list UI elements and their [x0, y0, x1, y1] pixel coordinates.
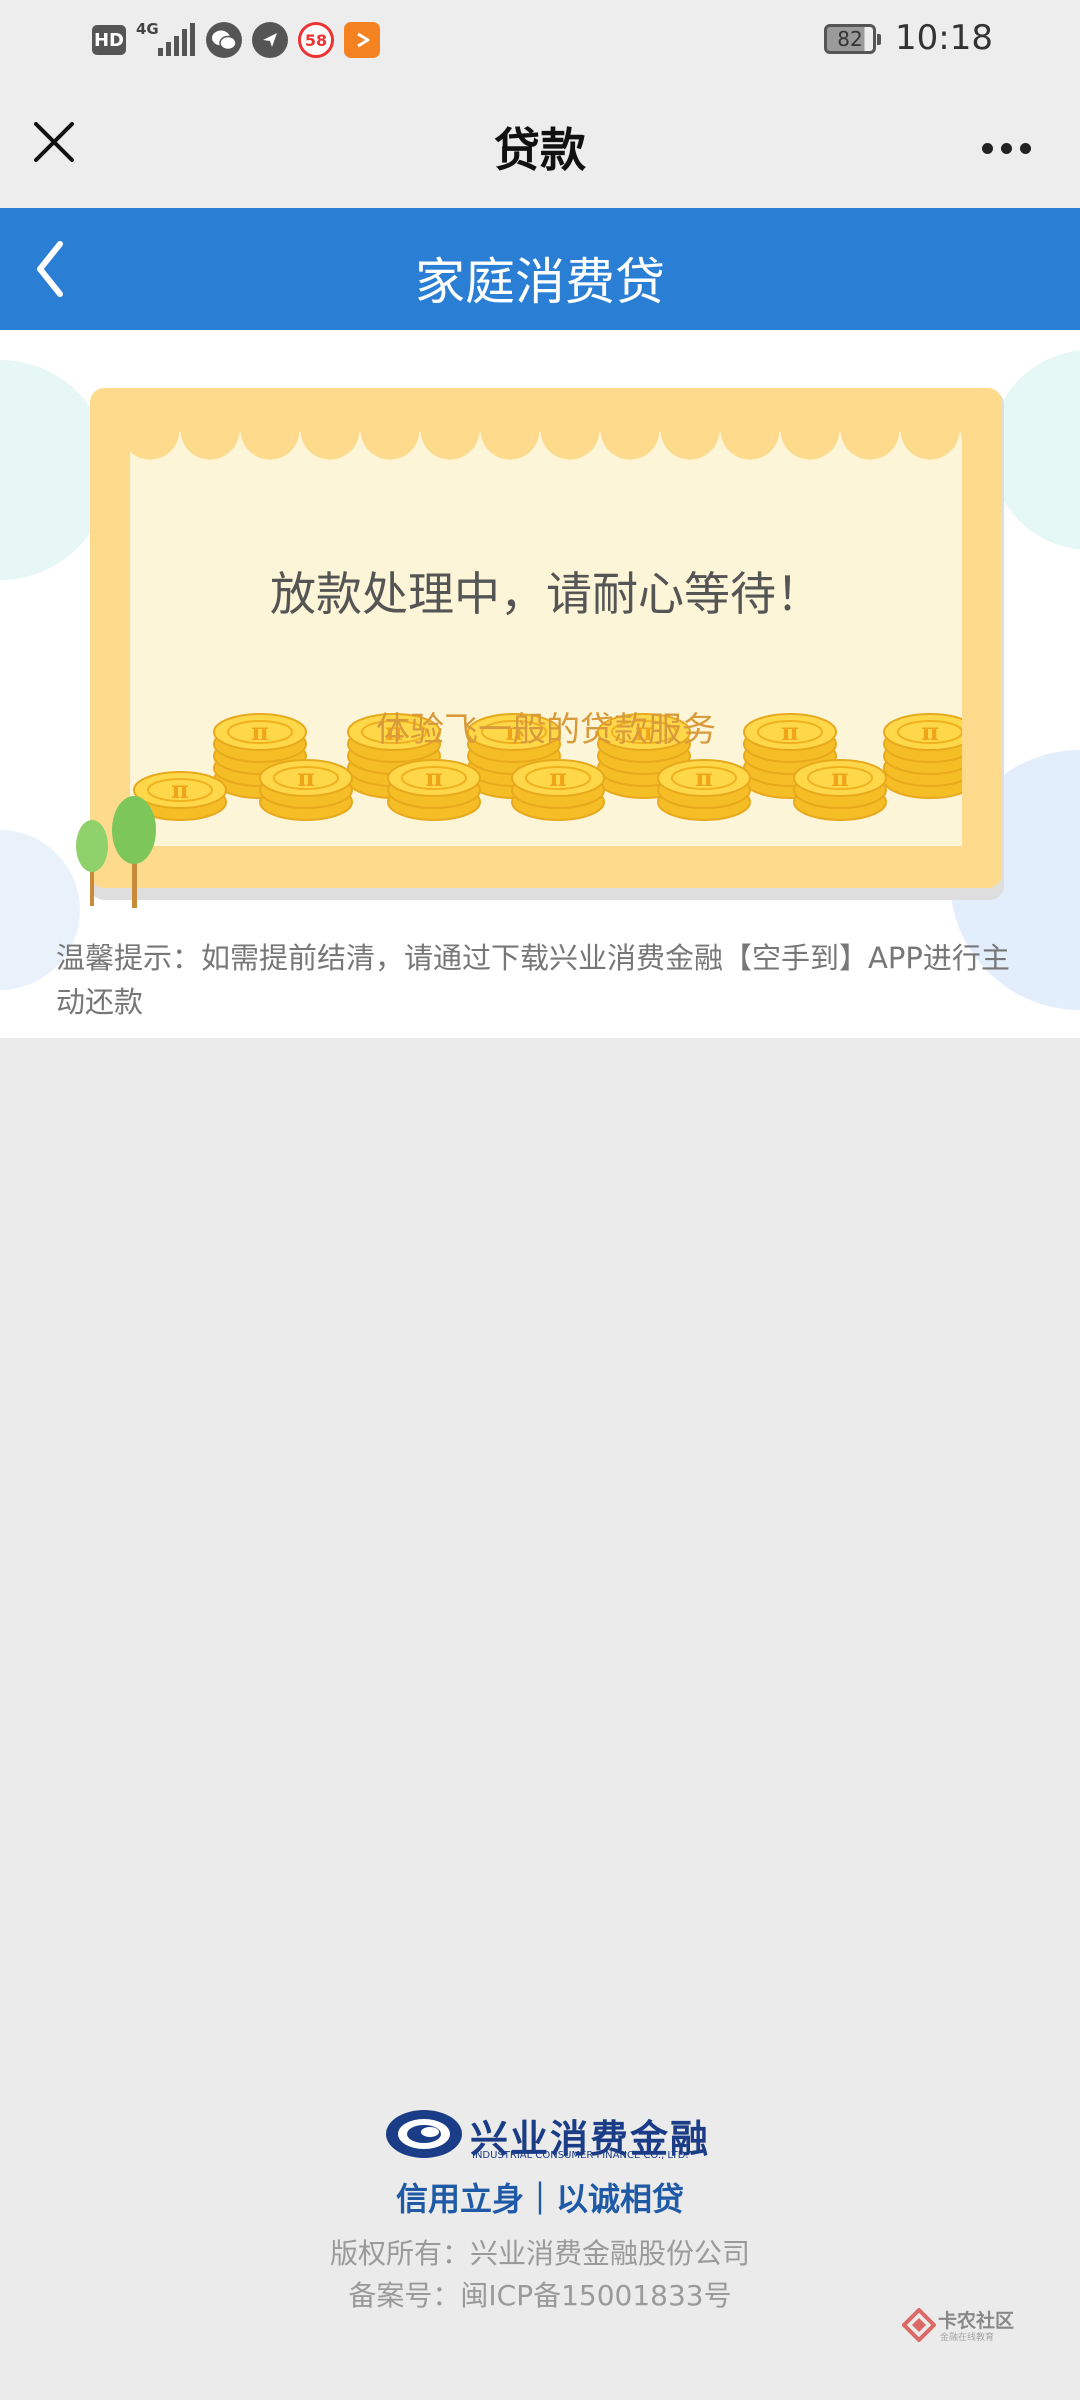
coin-symbol: π — [695, 763, 713, 792]
cib-logo-icon — [386, 2110, 462, 2158]
coin-symbol: π — [297, 763, 315, 792]
logo-english: INDUSTRIAL CONSUMER FINANCE CO., LTD. — [472, 2150, 689, 2161]
content-panel: ππππππππππππ 放款处理中，请耐心等待！ 体验飞一般的贷款服务 温馨提… — [0, 330, 1080, 1038]
status-time: 10:18 — [895, 18, 993, 58]
status-bar: HD 4G 58 82 10:18 — [0, 0, 1080, 80]
header-bar: 家庭消费贷 — [0, 208, 1080, 330]
battery-level: 82 — [837, 27, 863, 51]
coin-symbol: π — [425, 763, 443, 792]
card-inner: ππππππππππππ 放款处理中，请耐心等待！ 体验飞一般的贷款服务 — [130, 432, 962, 846]
watermark: 卡农社区 金融在线教育 — [902, 2306, 1022, 2346]
coin-illustration: π π π π π ππ π π π π π — [133, 713, 962, 821]
status-card: ππππππππππππ 放款处理中，请耐心等待！ 体验飞一般的贷款服务 — [90, 388, 1002, 888]
status-message: 放款处理中，请耐心等待！ — [270, 567, 822, 621]
hd-badge: HD — [92, 25, 126, 55]
page-title: 贷款 — [494, 123, 586, 177]
copyright-text: 版权所有：兴业消费金融股份公司 — [329, 2237, 750, 2270]
company-motto: 信用立身｜以诚相贷 — [395, 2180, 684, 2218]
watermark-subtext: 金融在线教育 — [940, 2333, 995, 2343]
coin-symbol: π — [831, 763, 849, 792]
network-type-label: 4G — [136, 20, 159, 38]
title-bar: 贷款 — [0, 80, 1080, 208]
header-title: 家庭消费贷 — [415, 253, 665, 311]
battery-icon: 82 — [824, 24, 881, 54]
coin-symbol: π — [171, 775, 189, 804]
slogan: 体验飞一般的贷款服务 — [376, 710, 716, 750]
signal-icon: 4G — [136, 20, 196, 60]
video-app-icon — [344, 22, 380, 58]
company-logo: 兴业消费金融 INDUSTRIAL CONSUMER FINANCE CO., … — [384, 2108, 708, 2164]
app-58-icon: 58 — [298, 22, 334, 58]
navigation-app-icon — [252, 22, 288, 58]
tip-text: 温馨提示：如需提前结清，请通过下载兴业消费金融【空手到】APP进行主动还款 — [56, 941, 1010, 1019]
wechat-icon — [206, 22, 242, 58]
watermark-text: 卡农社区 — [938, 2310, 1015, 2332]
tree-illustration — [76, 796, 156, 908]
more-icon — [981, 142, 993, 154]
coin-symbol: π — [549, 763, 567, 792]
status-icons: HD 4G 58 — [92, 18, 380, 62]
kanong-logo-icon — [902, 2308, 936, 2342]
more-button[interactable] — [966, 128, 1046, 168]
